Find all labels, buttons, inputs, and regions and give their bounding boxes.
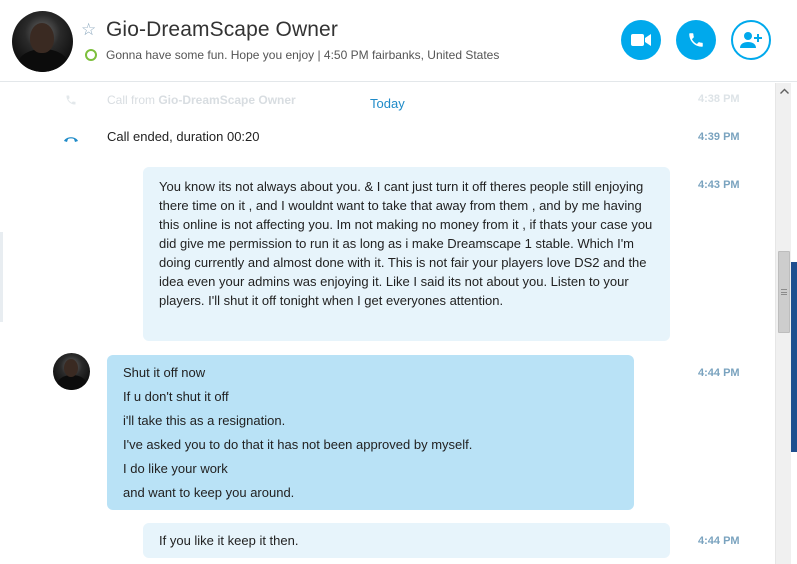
message-line: I do like your work — [123, 461, 228, 476]
message-line: I've asked you to do that it has not bee… — [123, 437, 473, 452]
scrollbar-thumb[interactable] — [778, 251, 790, 333]
faded-phone-icon — [66, 95, 76, 105]
video-call-button[interactable] — [621, 20, 661, 60]
message-timestamp: 4:44 PM — [698, 367, 740, 379]
message-line: If u don't shut it off — [123, 389, 229, 404]
grip-icon — [781, 289, 787, 295]
message-text: If you like it keep it then. — [159, 533, 299, 548]
message-timestamp: 4:39 PM — [698, 131, 740, 143]
message-timestamp: 4:43 PM — [698, 179, 740, 191]
message-text: You know its not always about you. & I c… — [159, 179, 653, 308]
message-history[interactable]: Call from Gio-DreamScape Owner Today 4:3… — [0, 83, 775, 564]
message-line: i'll take this as a resignation. — [123, 413, 286, 428]
sender-avatar[interactable] — [53, 353, 90, 390]
message-timestamp: 4:44 PM — [698, 535, 740, 547]
favorite-star-icon[interactable]: ☆ — [81, 21, 96, 38]
call-ended-text: Call ended, duration 00:20 — [107, 129, 260, 144]
online-status-icon — [85, 49, 97, 61]
message-line: Shut it off now — [123, 365, 206, 380]
add-person-icon — [740, 32, 762, 48]
phone-icon — [689, 33, 703, 47]
faded-call-text: Call from Gio-DreamScape Owner — [107, 93, 296, 107]
day-divider: Today — [370, 96, 405, 111]
day-divider-row: Call from Gio-DreamScape Owner Today 4:3… — [0, 83, 775, 113]
mood-status-text: Gonna have some fun. Hope you enjoy | 4:… — [106, 48, 500, 62]
scroll-up-button[interactable] — [776, 83, 792, 99]
left-edge — [0, 232, 3, 322]
incoming-message-bubble[interactable]: Shut it off now If u don't shut it off i… — [107, 355, 634, 510]
contact-avatar[interactable] — [12, 11, 73, 72]
hang-up-icon — [64, 137, 78, 142]
add-participant-button[interactable] — [731, 20, 771, 60]
conversation-header: ☆ Gio-DreamScape Owner Gonna have some f… — [0, 0, 797, 82]
video-camera-icon — [631, 34, 651, 46]
audio-call-button[interactable] — [676, 20, 716, 60]
outgoing-message-bubble[interactable]: If you like it keep it then. — [143, 523, 670, 558]
message-line: and want to keep you around. — [123, 485, 295, 500]
contact-name[interactable]: Gio-DreamScape Owner — [106, 18, 338, 42]
chevron-up-icon — [779, 88, 789, 94]
faded-timestamp: 4:38 PM — [698, 93, 740, 105]
window-edge — [791, 262, 797, 452]
outgoing-message-bubble[interactable]: You know its not always about you. & I c… — [143, 167, 670, 341]
vertical-scrollbar[interactable] — [775, 83, 791, 564]
